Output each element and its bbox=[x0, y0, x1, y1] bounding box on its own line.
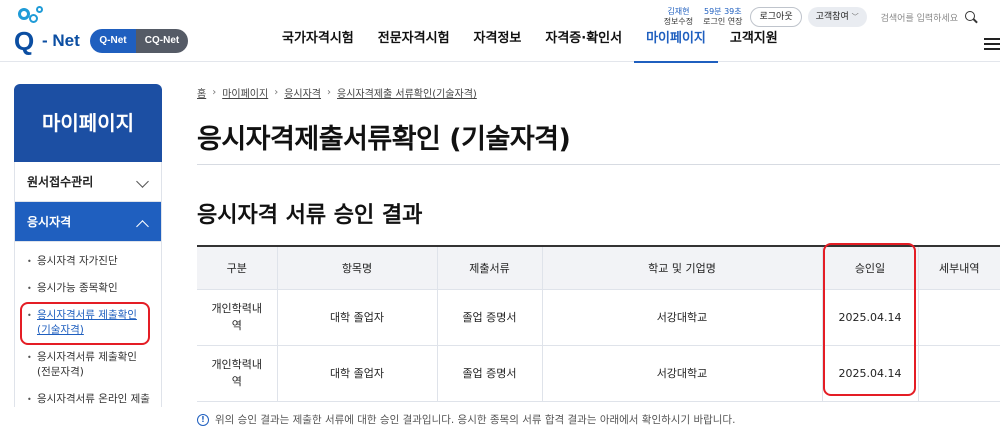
column-header: 항목명 bbox=[277, 245, 438, 290]
document-cell: 졸업 증명서 bbox=[437, 345, 543, 402]
nav-certificates[interactable]: 자격증·확인서 bbox=[533, 32, 634, 62]
organization-cell: 서강대학교 bbox=[542, 345, 823, 402]
user-name: 김재현 bbox=[667, 7, 690, 16]
breadcrumb-eligibility[interactable]: 응시자격 bbox=[284, 85, 321, 100]
highlight-box-approval-date bbox=[823, 243, 916, 396]
column-header: 제출서류 bbox=[437, 245, 543, 290]
hamburger-menu-icon[interactable] bbox=[984, 38, 1000, 50]
section-title: 응시자격 서류 승인 결과 bbox=[197, 203, 423, 228]
divider bbox=[197, 164, 1000, 165]
submenu-online-submit[interactable]: 응시자격서류 온라인 제출 bbox=[27, 392, 151, 407]
page-title: 응시자격제출서류확인 (기술자격) bbox=[197, 124, 571, 155]
submenu-label-line1: 응시자격서류 제출확인 bbox=[37, 351, 137, 363]
sidebar-item-eligibility[interactable]: 응시자격 bbox=[15, 202, 161, 242]
breadcrumb-home[interactable]: 홈 bbox=[197, 85, 206, 100]
global-nav: 국가자격시험 전문자격시험 자격정보 자격증·확인서 마이페이지 고객지원 bbox=[270, 32, 790, 63]
logo-net: - Net bbox=[42, 31, 80, 50]
nav-qualification-info[interactable]: 자격정보 bbox=[462, 32, 534, 62]
breadcrumb-current[interactable]: 응시자격제출 서류확인(기술자격) bbox=[337, 85, 477, 100]
detail-cell bbox=[918, 289, 1000, 346]
nav-support[interactable]: 고객지원 bbox=[718, 32, 790, 62]
category-cell: 개인학력내 역 bbox=[197, 345, 278, 402]
document-cell: 졸업 증명서 bbox=[437, 289, 543, 346]
session-timer: 59분 39초 로그인 연장 bbox=[703, 7, 742, 27]
customer-participation-label: 고객참여 bbox=[815, 12, 849, 22]
chevron-down-icon: ﹀ bbox=[851, 13, 859, 21]
submenu-available-items[interactable]: 응시가능 종목확인 bbox=[27, 281, 151, 296]
edit-profile-link[interactable]: 정보수정 bbox=[664, 17, 693, 27]
column-header: 구분 bbox=[197, 245, 278, 290]
site-switcher[interactable]: Q-Net CQ-Net bbox=[90, 29, 188, 53]
nav-mypage[interactable]: 마이페이지 bbox=[634, 32, 718, 63]
user-info[interactable]: 김재현 정보수정 bbox=[664, 7, 693, 27]
extend-login-link[interactable]: 로그인 연장 bbox=[703, 17, 742, 27]
organization-cell: 서강대학교 bbox=[542, 289, 823, 346]
search-input[interactable]: 검색어를 입력하세요 bbox=[881, 11, 958, 24]
submenu-label-line2: (전문자격) bbox=[37, 366, 84, 378]
sidebar: 마이페이지 원서접수관리 응시자격 응시자격 자가진단 응시가능 종목확인 응시… bbox=[14, 84, 162, 428]
nav-national-exam[interactable]: 국가자격시험 bbox=[270, 32, 366, 62]
sidebar-item-label: 응시자격 bbox=[27, 215, 72, 229]
sidebar-item-application[interactable]: 원서접수관리 bbox=[15, 162, 161, 202]
qnet-tab[interactable]: Q-Net bbox=[90, 29, 136, 53]
logout-button[interactable]: 로그아웃 bbox=[750, 7, 802, 27]
item-cell: 대학 졸업자 bbox=[277, 345, 438, 402]
highlight-box-sidebar bbox=[20, 302, 150, 345]
submenu-self-check[interactable]: 응시자격 자가진단 bbox=[27, 254, 151, 269]
info-icon: ! bbox=[197, 413, 209, 426]
breadcrumb: 홈 › 마이페이지 › 응시자격 › 응시자격제출 서류확인(기술자격) bbox=[197, 85, 477, 100]
qnet-logo[interactable]: Q - Net Q-Net CQ-Net bbox=[12, 6, 188, 56]
breadcrumb-mypage[interactable]: 마이페이지 bbox=[222, 85, 268, 100]
column-header: 학교 및 기업명 bbox=[542, 245, 823, 290]
sidebar-item-label: 원서접수관리 bbox=[27, 175, 94, 189]
chevron-up-icon bbox=[136, 220, 149, 233]
column-header: 세부내역 bbox=[918, 245, 1000, 290]
logo-q: Q bbox=[14, 26, 35, 56]
submenu-docs-check-professional[interactable]: 응시자격서류 제출확인 (전문자격) bbox=[27, 350, 151, 380]
item-cell: 대학 졸업자 bbox=[277, 289, 438, 346]
search-icon[interactable] bbox=[964, 10, 978, 24]
header: Q - Net Q-Net CQ-Net 김재현 정보수정 59분 39초 로그… bbox=[0, 0, 1000, 63]
cqnet-tab[interactable]: CQ-Net bbox=[136, 29, 188, 53]
page: Q - Net Q-Net CQ-Net 김재현 정보수정 59분 39초 로그… bbox=[0, 0, 1000, 428]
chevron-right-icon: › bbox=[327, 87, 332, 98]
customer-participation-button[interactable]: 고객참여 ﹀ bbox=[807, 7, 867, 27]
nav-professional-exam[interactable]: 전문자격시험 bbox=[366, 32, 462, 62]
detail-cell bbox=[918, 345, 1000, 402]
chevron-right-icon: › bbox=[212, 87, 217, 98]
category-cell: 개인학력내 역 bbox=[197, 289, 278, 346]
chevron-right-icon: › bbox=[274, 87, 279, 98]
session-remaining: 59분 39초 bbox=[704, 7, 742, 16]
info-note: ! 위의 승인 결과는 제출한 서류에 대한 승인 결과입니다. 응시한 종목의… bbox=[197, 412, 735, 427]
sidebar-title: 마이페이지 bbox=[14, 84, 162, 162]
sidebar-menu: 원서접수관리 응시자격 응시자격 자가진단 응시가능 종목확인 응시자격서류 제… bbox=[14, 162, 162, 407]
utility-bar: 김재현 정보수정 59분 39초 로그인 연장 로그아웃 고객참여 ﹀ 검색어를… bbox=[664, 6, 1000, 28]
chevron-down-icon bbox=[136, 175, 149, 188]
info-note-text: 위의 승인 결과는 제출한 서류에 대한 승인 결과입니다. 응시한 종목의 서… bbox=[215, 414, 736, 426]
